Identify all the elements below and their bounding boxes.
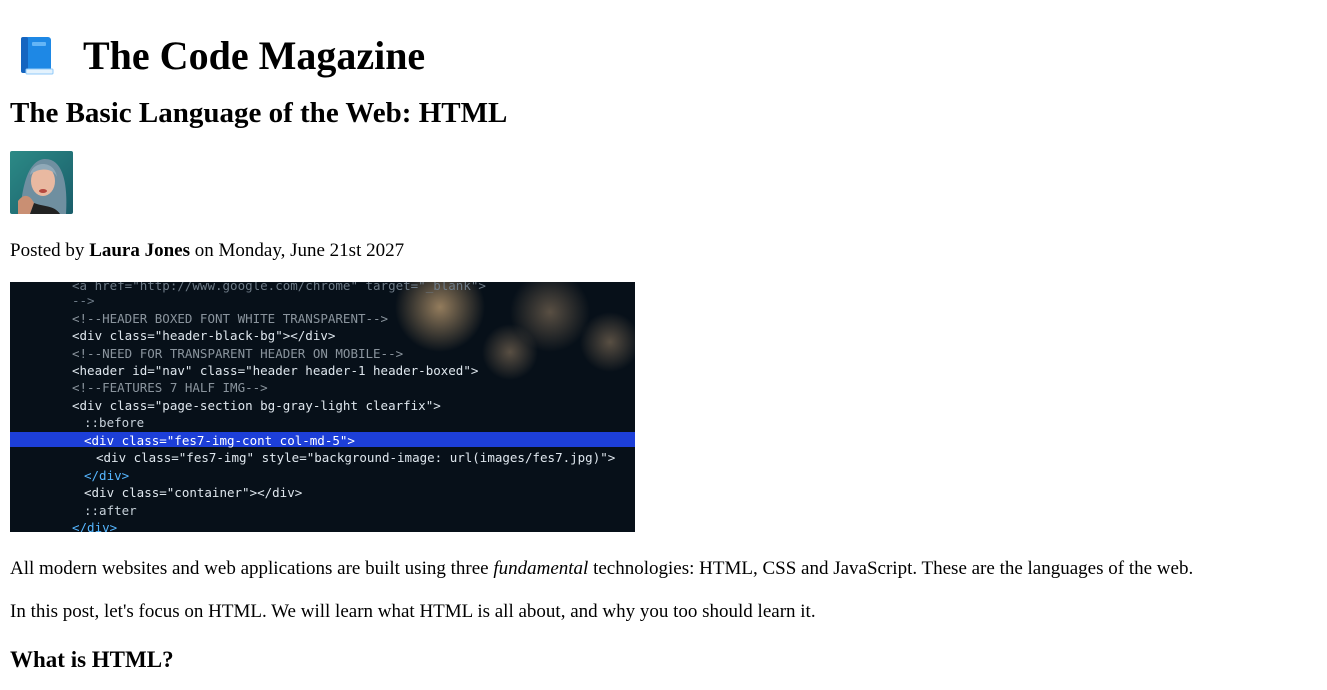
author-name: Laura Jones <box>89 240 191 261</box>
code-line: <div class="fes7-img" style="background-… <box>96 450 616 465</box>
code-line: <header id="nav" class="header header-1 … <box>72 363 479 378</box>
site-title: The Code Magazine <box>83 33 426 78</box>
blue-book-icon <box>18 36 56 76</box>
code-line: <div class="header-black-bg"></div> <box>72 328 336 343</box>
intro-emphasis: fundamental <box>493 558 589 579</box>
author-avatar <box>10 151 73 214</box>
article-title: The Basic Language of the Web: HTML <box>10 97 508 129</box>
hero-image: <a href="http://www.google.com/chrome" t… <box>10 282 635 532</box>
code-line: <a href="http://www.google.com/chrome" t… <box>72 282 486 293</box>
code-line: <div class="page-section bg-gray-light c… <box>72 398 441 413</box>
site-header: The Code Magazine <box>10 0 1317 79</box>
code-line: <!--FEATURES 7 HALF IMG--> <box>72 380 268 395</box>
code-line: </div> <box>72 520 118 532</box>
intro-text-after: technologies: HTML, CSS and JavaScript. … <box>588 558 1194 579</box>
byline-suffix: on Monday, June 21st 2027 <box>190 240 405 261</box>
code-line: ::before <box>84 415 145 430</box>
code-line: <div class="fes7-img-cont col-md-5"> <box>84 433 355 448</box>
code-line: <!--HEADER BOXED FONT WHITE TRANSPARENT-… <box>72 311 389 326</box>
code-line: <!--NEED FOR TRANSPARENT HEADER ON MOBIL… <box>72 346 404 361</box>
focus-paragraph: In this post, let's focus on HTML. We wi… <box>10 601 816 622</box>
intro-paragraph: All modern websites and web applications… <box>10 557 1317 581</box>
code-line: <div class="container"></div> <box>84 485 303 500</box>
code-line: --> <box>72 293 95 308</box>
code-line: </div> <box>84 468 130 483</box>
page: The Code Magazine The Basic Language of … <box>0 0 1327 690</box>
intro-text-before: All modern websites and web applications… <box>10 558 494 579</box>
article-byline: Posted by Laura Jones on Monday, June 21… <box>10 239 1317 263</box>
code-line: ::after <box>84 503 137 518</box>
section-heading: What is HTML? <box>10 647 174 672</box>
byline-prefix: Posted by <box>10 240 90 261</box>
